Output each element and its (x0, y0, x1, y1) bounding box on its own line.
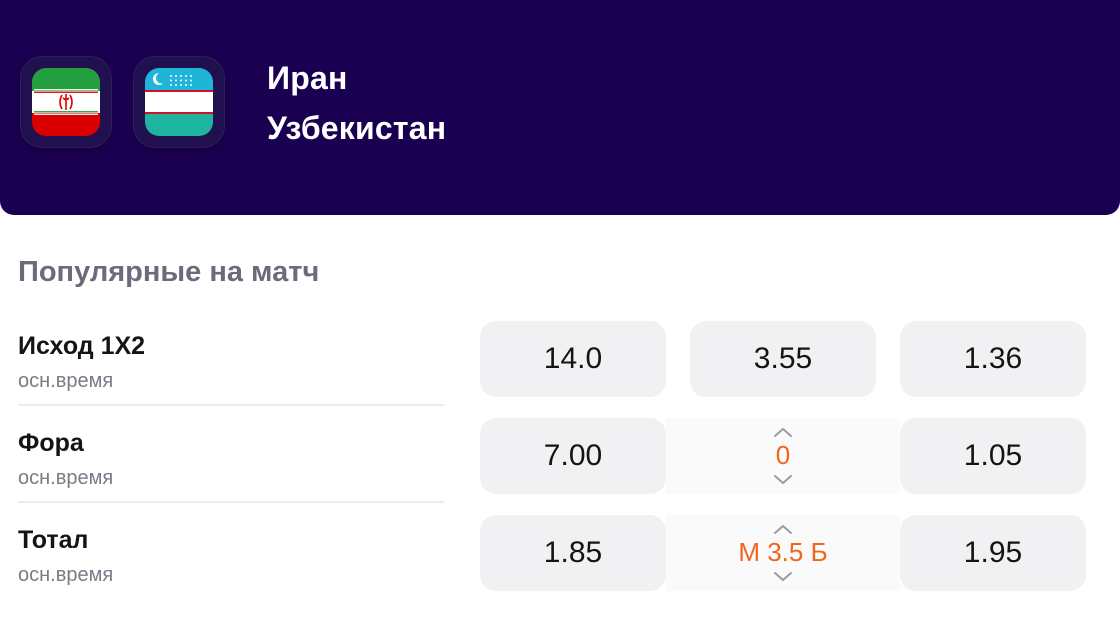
away-team-flag (133, 56, 225, 148)
market-sub-outcome: осн.время (18, 370, 114, 392)
home-team-flag (20, 56, 112, 148)
total-param-selector: М 3.5 Б (666, 515, 900, 591)
divider (18, 404, 444, 406)
chevron-up-icon[interactable] (773, 523, 793, 535)
odd-outcome-2[interactable]: 1.36 (900, 321, 1086, 397)
market-name-total: Тотал (18, 526, 89, 554)
chevron-up-icon[interactable] (773, 426, 793, 438)
handicap-param-selector: 0 (666, 418, 900, 494)
total-value: М 3.5 Б (738, 537, 828, 567)
uzbekistan-flag-icon (145, 68, 213, 136)
chevron-down-icon[interactable] (773, 571, 793, 583)
market-sub-total: осн.время (18, 564, 114, 586)
odd-handicap-1[interactable]: 7.00 (480, 418, 666, 494)
chevron-down-icon[interactable] (773, 474, 793, 486)
market-name-handicap: Фора (18, 429, 84, 457)
handicap-value: 0 (775, 440, 791, 470)
section-title: Популярные на матч (18, 256, 320, 288)
odd-outcome-1[interactable]: 14.0 (480, 321, 666, 397)
odd-handicap-2[interactable]: 1.05 (900, 418, 1086, 494)
odd-total-under[interactable]: 1.85 (480, 515, 666, 591)
away-team-name: Узбекистан (267, 110, 447, 146)
odd-outcome-x[interactable]: 3.55 (690, 321, 876, 397)
match-header: Иран Узбекистан (0, 0, 1120, 215)
divider (18, 501, 444, 503)
market-sub-handicap: осн.время (18, 467, 114, 489)
iran-flag-icon (32, 68, 100, 136)
odd-total-over[interactable]: 1.95 (900, 515, 1086, 591)
home-team-name: Иран (267, 60, 348, 96)
market-name-outcome: Исход 1X2 (18, 332, 146, 360)
